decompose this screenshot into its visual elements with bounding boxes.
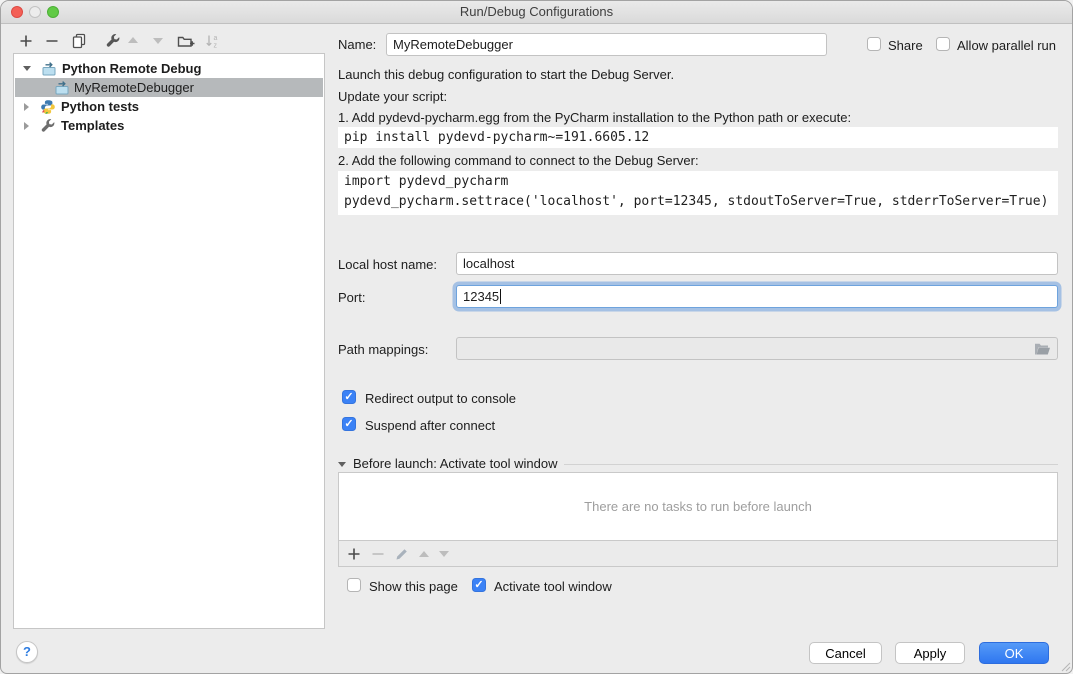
tree-item-python-tests[interactable]: Python tests: [15, 97, 323, 116]
show-this-page-checkbox[interactable]: [347, 578, 361, 592]
share-label: Share: [888, 38, 923, 53]
close-window-icon[interactable]: [11, 6, 23, 18]
edit-defaults-icon[interactable]: [105, 33, 121, 49]
share-checkbox[interactable]: [867, 37, 881, 51]
suspend-after-connect-checkbox[interactable]: [342, 417, 356, 431]
before-launch-title: Before launch: Activate tool window: [353, 456, 558, 471]
instruction-intro: Launch this debug configuration to start…: [338, 67, 674, 82]
allow-parallel-run-checkbox[interactable]: [936, 37, 950, 51]
title-bar[interactable]: Run/Debug Configurations: [1, 1, 1072, 24]
svg-text:a: a: [214, 35, 218, 42]
new-folder-icon[interactable]: [177, 33, 195, 49]
instruction-step1: 1. Add pydevd-pycharm.egg from the PyCha…: [338, 110, 851, 125]
local-host-label: Local host name:: [338, 257, 437, 272]
port-value: 12345: [463, 289, 499, 304]
run-debug-configurations-dialog: Run/Debug Configurations az Python Remot…: [0, 0, 1073, 674]
move-task-down-icon: [439, 551, 449, 557]
tree-item-label: Templates: [61, 118, 124, 133]
folder-icon[interactable]: [1034, 342, 1051, 356]
show-this-page-label: Show this page: [369, 579, 458, 594]
svg-text:z: z: [214, 43, 218, 50]
remove-task-icon: [371, 547, 385, 561]
activate-tool-window-checkbox[interactable]: [472, 578, 486, 592]
redirect-output-checkbox[interactable]: [342, 390, 356, 404]
zoom-window-icon[interactable]: [47, 6, 59, 18]
allow-parallel-run-label: Allow parallel run: [957, 38, 1056, 53]
path-mappings-input[interactable]: [456, 337, 1058, 360]
pip-install-code[interactable]: pip install pydevd-pycharm~=191.6605.12: [338, 127, 1058, 148]
name-input[interactable]: [386, 33, 827, 56]
configurations-tree: Python Remote Debug MyRemoteDebugger Pyt…: [13, 53, 325, 629]
chevron-expanded-icon[interactable]: [23, 66, 31, 71]
import-code-line2: pydevd_pycharm.settrace('localhost', por…: [344, 194, 1048, 209]
tree-item-label: Python Remote Debug: [62, 61, 201, 76]
resize-grip[interactable]: [1059, 660, 1071, 672]
before-launch-header[interactable]: Before launch: Activate tool window: [338, 456, 1058, 471]
move-task-up-icon: [419, 551, 429, 557]
tree-item-label: Python tests: [61, 99, 139, 114]
name-label: Name:: [338, 37, 376, 52]
ok-button[interactable]: OK: [979, 642, 1049, 664]
remote-debug-icon: [54, 80, 70, 96]
edit-task-icon: [395, 547, 409, 561]
tree-item-myremotedebugger[interactable]: MyRemoteDebugger: [15, 78, 323, 97]
add-configuration-icon[interactable]: [18, 33, 34, 49]
port-input[interactable]: 12345: [456, 285, 1058, 308]
tree-item-templates[interactable]: Templates: [15, 116, 323, 135]
text-caret: [500, 289, 501, 304]
cancel-button[interactable]: Cancel: [809, 642, 882, 664]
add-task-icon[interactable]: [347, 547, 361, 561]
python-tests-icon: [40, 99, 56, 115]
apply-button[interactable]: Apply: [895, 642, 965, 664]
import-code-block[interactable]: import pydevd_pycharm pydevd_pycharm.sett…: [338, 171, 1058, 215]
path-mappings-label: Path mappings:: [338, 342, 428, 357]
sidebar-toolbar: az: [13, 32, 325, 52]
minimize-window-icon: [29, 6, 41, 18]
tree-item-label: MyRemoteDebugger: [74, 80, 194, 95]
window-title: Run/Debug Configurations: [1, 1, 1072, 23]
move-down-icon: [153, 38, 163, 44]
remote-debug-icon: [41, 61, 57, 77]
sort-alphabetically-icon: az: [205, 33, 221, 49]
instruction-update: Update your script:: [338, 89, 447, 104]
section-divider: [564, 464, 1058, 465]
tree-item-python-remote-debug[interactable]: Python Remote Debug: [15, 59, 323, 78]
local-host-input[interactable]: [456, 252, 1058, 275]
help-button[interactable]: ?: [16, 641, 38, 663]
instruction-step2: 2. Add the following command to connect …: [338, 153, 699, 168]
before-launch-toolbar: [338, 541, 1058, 567]
suspend-after-connect-label: Suspend after connect: [365, 418, 495, 433]
chevron-expanded-icon[interactable]: [338, 462, 346, 467]
activate-tool-window-label: Activate tool window: [494, 579, 612, 594]
wrench-icon: [40, 118, 56, 134]
copy-configuration-icon[interactable]: [71, 33, 87, 49]
remove-configuration-icon[interactable]: [44, 33, 60, 49]
redirect-output-label: Redirect output to console: [365, 391, 516, 406]
before-launch-task-list[interactable]: There are no tasks to run before launch: [338, 472, 1058, 541]
chevron-collapsed-icon[interactable]: [24, 122, 29, 130]
import-code-line1: import pydevd_pycharm: [344, 174, 508, 189]
port-label: Port:: [338, 290, 365, 305]
move-up-icon: [128, 37, 138, 43]
empty-task-message: There are no tasks to run before launch: [584, 499, 812, 514]
chevron-collapsed-icon[interactable]: [24, 103, 29, 111]
